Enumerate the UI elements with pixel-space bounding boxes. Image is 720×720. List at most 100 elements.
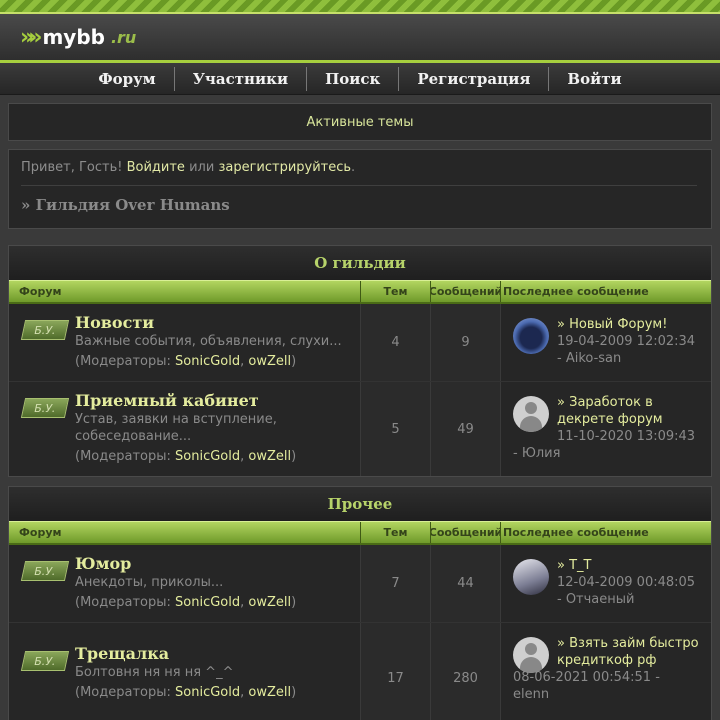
last-post: » Взять займ быстро кредиткоф рф 08-06-2… [501,623,711,720]
badge-label: Б.У. [32,654,58,668]
forum-status-icon: Б.У. [20,320,70,340]
last-post-link[interactable]: T_T [569,558,591,573]
logo-tld: .ru [110,27,137,47]
col-last-post: Последнее сообщение [503,526,649,539]
category-other: Прочее Форум Тем Сообщений Последнее соо… [8,486,712,720]
logo[interactable]: »» mybb .ru [20,25,136,50]
forum-status-icon: Б.У. [20,398,70,418]
post-count: 280 [431,623,501,720]
category-title[interactable]: Прочее [9,487,711,521]
topic-count: 17 [361,623,431,720]
last-post-author: - Aiko-san [557,351,622,366]
forum-moderators: (Модераторы: SonicGold, owZell) [75,354,297,369]
last-post-link[interactable]: Новый Форум! [569,317,667,332]
moderator-link[interactable]: SonicGold [175,354,240,369]
forum-row: Б.У. Юмор Анекдоты, приколы... (Модерато… [9,545,711,623]
last-post: » T_T 12-04-2009 00:48:05 - Отчаеный [501,545,711,622]
last-post-date: 19-04-2009 12:02:34 [557,334,696,349]
column-headers: Форум Тем Сообщений Последнее сообщение [9,521,711,545]
last-post-author: - Юлия [513,446,561,461]
greeting-text: Привет, Гость! [21,160,123,175]
logo-text: mybb [42,25,105,49]
col-forum: Форум [9,281,361,302]
forum-description: Важные события, объявления, слухи... [75,334,342,349]
nav-login[interactable]: Войти [549,67,639,91]
greeting-or: или [189,160,215,175]
welcome-box: Привет, Гость! Войдите или зарегистрируй… [8,149,712,229]
login-link[interactable]: Войдите [127,160,185,175]
top-stripe [0,0,720,14]
category-about: О гильдии Форум Тем Сообщений Последнее … [8,245,712,477]
register-link[interactable]: зарегистрируйтесь [218,160,351,175]
forum-status-icon: Б.У. [20,561,70,581]
active-topics-link[interactable]: Активные темы [307,115,414,130]
main-nav: Форум Участники Поиск Регистрация Войти [0,63,720,95]
col-posts: Сообщений [431,281,501,302]
col-last-post: Последнее сообщение [503,285,649,298]
forum-name-link[interactable]: Трещалка [75,645,352,663]
nav-register[interactable]: Регистрация [399,67,548,91]
active-topics-bar: Активные темы [8,103,712,141]
forum-info: Б.У. Новости Важные события, объявления,… [9,304,361,381]
moderator-link[interactable]: SonicGold [175,595,240,610]
forum-name-link[interactable]: Приемный кабинет [75,392,352,410]
last-post: » Заработок в декрете форум 11-10-2020 1… [501,382,711,476]
post-count: 49 [431,382,501,476]
header: »» mybb .ru [0,14,720,60]
badge-label: Б.У. [32,401,58,415]
forum-description: Болтовня ня ня ня ^_^ [75,665,234,680]
last-post-arrow-icon: » [557,636,565,651]
last-post-date: 12-04-2009 00:48:05 [557,575,696,590]
forum-moderators: (Модераторы: SonicGold, owZell) [75,685,297,700]
forum-name-link[interactable]: Новости [75,314,352,332]
avatar[interactable] [513,318,549,354]
badge-label: Б.У. [32,564,58,578]
last-post-author: elenn [513,687,550,702]
last-post-author: - Отчаеный [557,592,635,607]
moderator-link[interactable]: owZell [248,595,291,610]
nav-members[interactable]: Участники [175,67,306,91]
last-post-arrow-icon: » [557,395,565,410]
forum-row: Б.У. Приемный кабинет Устав, заявки на в… [9,382,711,476]
forum-info: Б.У. Приемный кабинет Устав, заявки на в… [9,382,361,476]
mods-label: (Модераторы: [75,685,171,700]
forum-description: Анекдоты, приколы... [75,575,224,590]
nav-search[interactable]: Поиск [307,67,398,91]
last-post-arrow-icon: » [557,558,565,573]
col-topics: Тем [361,281,431,302]
nav-forum[interactable]: Форум [80,67,173,91]
last-post: » Новый Форум! 19-04-2009 12:02:34 - Aik… [501,304,711,381]
forum-info: Б.У. Юмор Анекдоты, приколы... (Модерато… [9,545,361,622]
last-post-link[interactable]: Взять займ быстро кредиткоф рф [557,636,699,668]
last-post-arrow-icon: » [557,317,565,332]
col-topics: Тем [361,522,431,543]
mods-label: (Модераторы: [75,354,171,369]
moderator-link[interactable]: owZell [248,354,291,369]
moderator-link[interactable]: SonicGold [175,685,240,700]
last-post-link[interactable]: Заработок в декрете форум [557,395,663,427]
avatar[interactable] [513,396,549,432]
forum-description: Устав, заявки на вступление, собеседован… [75,412,277,444]
breadcrumb[interactable]: » Гильдия Over Humans [21,196,699,214]
avatar[interactable] [513,637,549,673]
last-post-date: 11-10-2020 13:09:43 [557,429,696,444]
mods-label: (Модераторы: [75,449,171,464]
greeting-suffix: . [351,160,356,175]
col-forum: Форум [9,522,361,543]
post-count: 44 [431,545,501,622]
moderator-link[interactable]: owZell [248,685,291,700]
mods-label: (Модераторы: [75,595,171,610]
post-count: 9 [431,304,501,381]
topic-count: 4 [361,304,431,381]
moderator-link[interactable]: SonicGold [175,449,240,464]
moderator-link[interactable]: owZell [248,449,291,464]
forum-name-link[interactable]: Юмор [75,555,352,573]
forum-moderators: (Модераторы: SonicGold, owZell) [75,449,297,464]
forum-moderators: (Модераторы: SonicGold, owZell) [75,595,297,610]
topic-count: 5 [361,382,431,476]
category-title[interactable]: О гильдии [9,246,711,280]
forum-row: Б.У. Трещалка Болтовня ня ня ня ^_^ (Мод… [9,623,711,720]
forum-row: Б.У. Новости Важные события, объявления,… [9,304,711,382]
avatar[interactable] [513,559,549,595]
logo-chevron-icon: »» [20,24,43,50]
